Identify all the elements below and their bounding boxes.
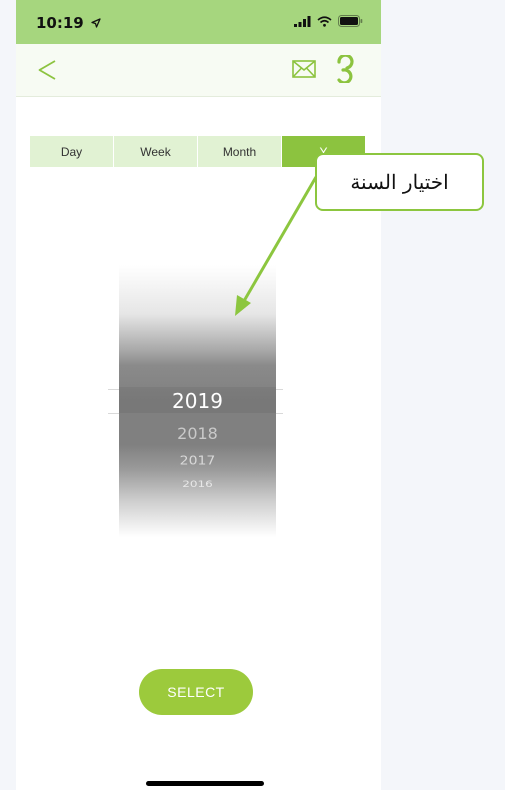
select-button[interactable]: SELECT <box>139 669 253 715</box>
status-bar: 10:19 <box>16 0 381 44</box>
segment-week[interactable]: Week <box>114 136 198 167</box>
location-arrow-icon <box>91 18 101 28</box>
picker-item[interactable]: 2017 <box>119 454 276 468</box>
mail-icon[interactable] <box>292 60 316 78</box>
annotation-callout: اختيار السنة <box>315 153 484 211</box>
status-time-text: 10:19 <box>36 14 84 32</box>
refresh-icon[interactable] <box>336 55 354 83</box>
wifi-icon <box>317 15 332 27</box>
status-time: 10:19 <box>36 14 101 32</box>
nav-bar <box>16 44 381 97</box>
segment-month[interactable]: Month <box>198 136 282 167</box>
battery-icon <box>338 15 363 27</box>
status-icons <box>294 15 363 27</box>
back-arrow-icon[interactable] <box>38 60 56 80</box>
segment-day[interactable]: Day <box>30 136 114 167</box>
signal-icon <box>294 15 311 27</box>
phone-screen: 10:19 Day Week Month Y 2019 2018 2017 20… <box>16 0 381 790</box>
annotation-callout-text: اختيار السنة <box>350 170 449 194</box>
segment-week-label: Week <box>140 144 171 159</box>
segment-month-label: Month <box>222 144 257 159</box>
segment-day-label: Day <box>60 144 83 159</box>
picker-item[interactable]: 2016 <box>119 479 276 489</box>
year-picker-wheel[interactable]: 2019 2018 2017 2016 <box>119 265 276 537</box>
picker-item-selected[interactable]: 2019 <box>119 389 276 413</box>
picker-item[interactable]: 2018 <box>119 424 276 443</box>
home-indicator <box>146 781 264 786</box>
